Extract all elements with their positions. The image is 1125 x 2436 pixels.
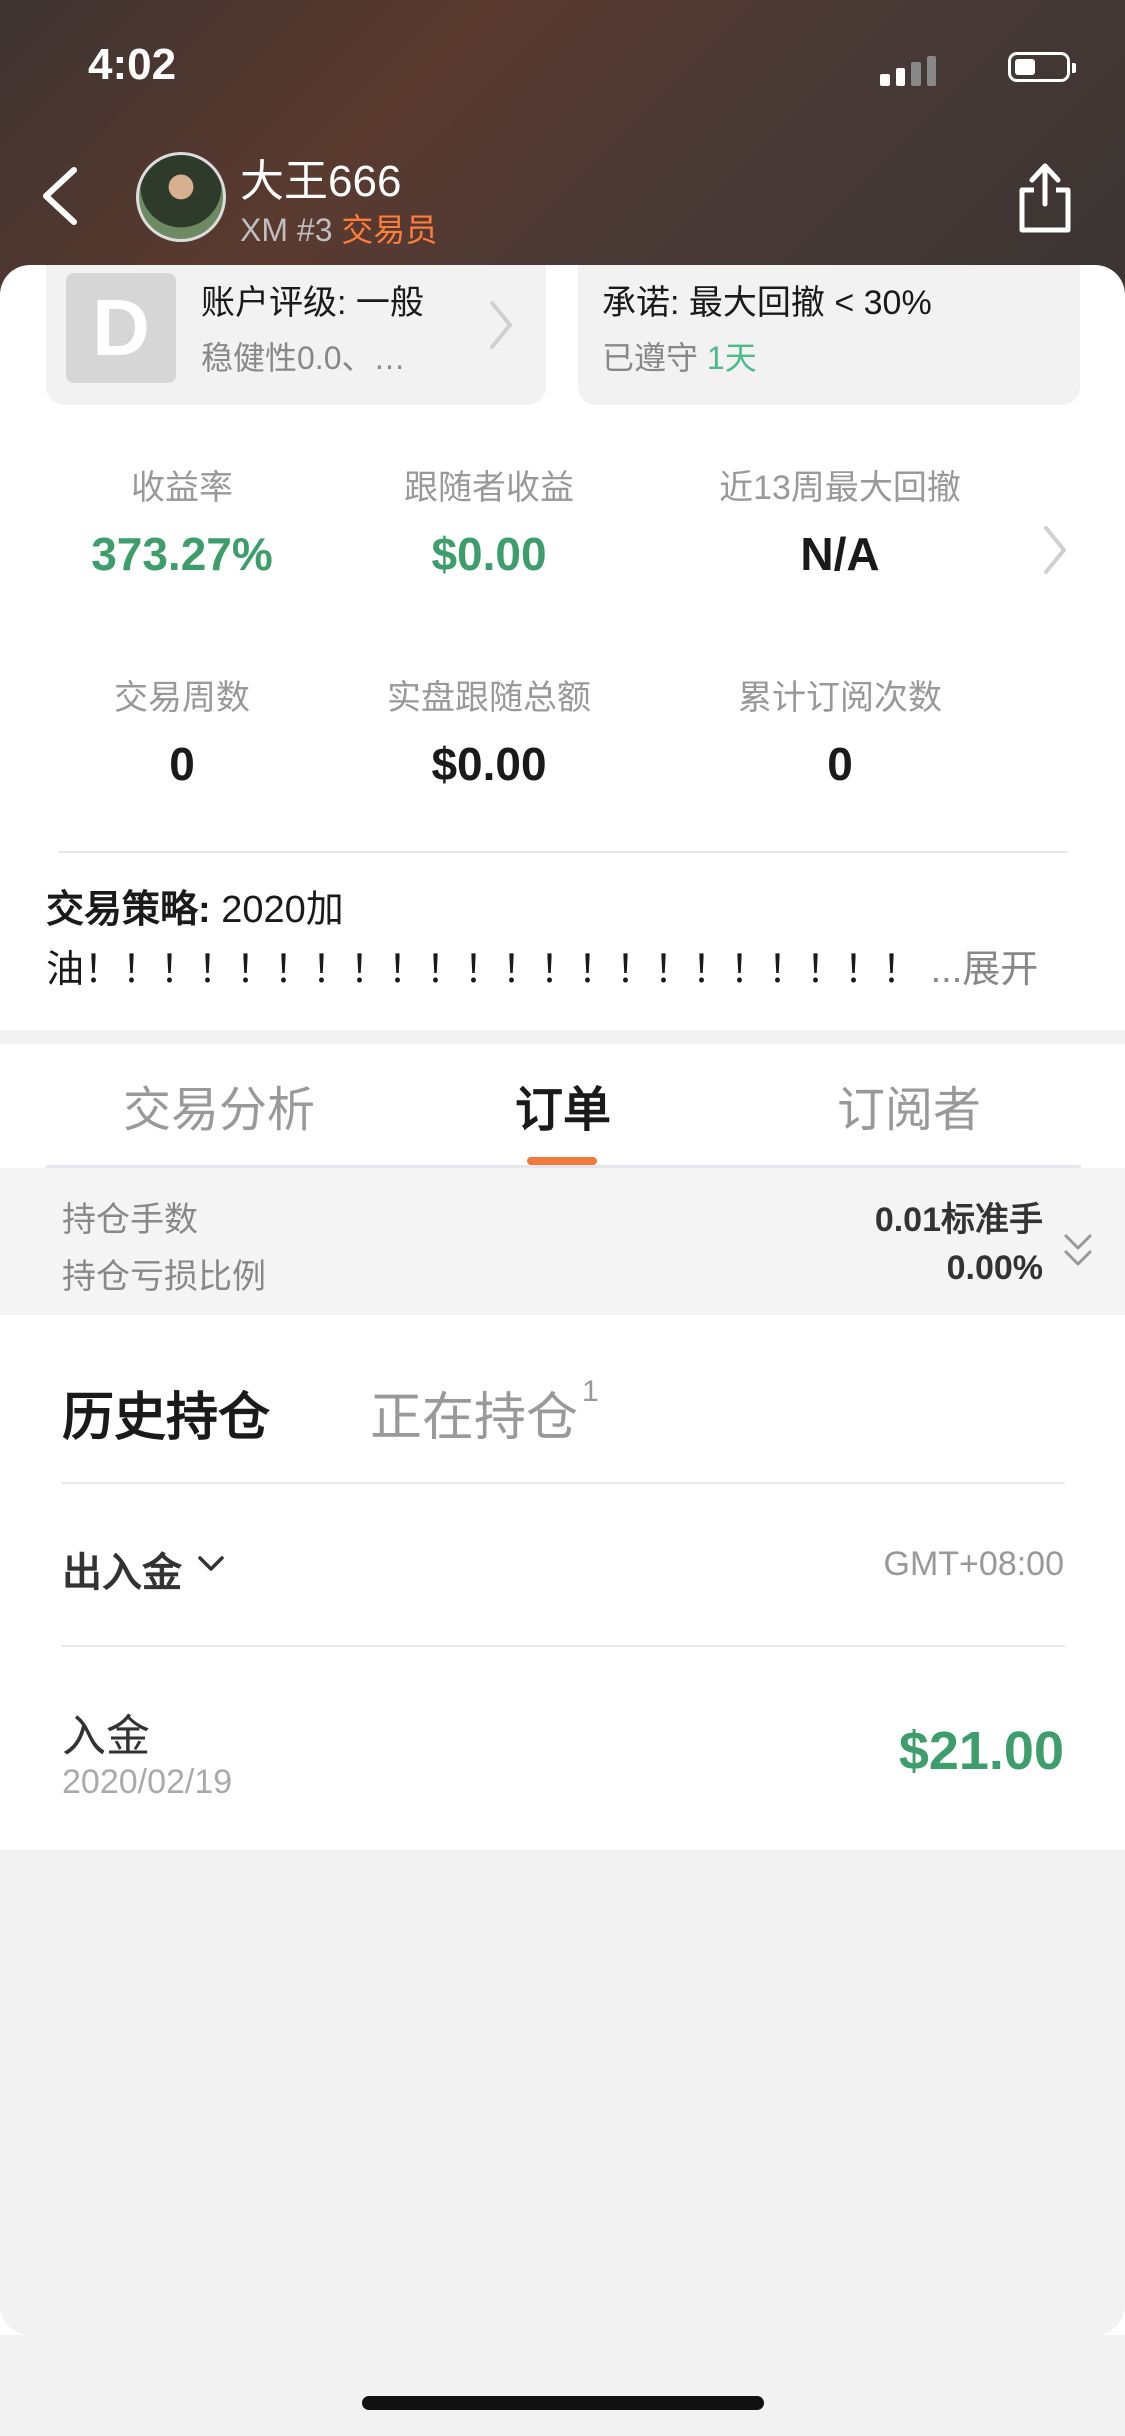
lots-value: 0.01标准手 — [874, 1201, 1043, 1239]
tab-trade-analysis[interactable]: 交易分析 — [69, 1070, 369, 1140]
home-indicator[interactable] — [362, 2396, 764, 2410]
tab-history-positions[interactable]: 历史持仓 — [62, 1375, 270, 1450]
divider — [62, 1645, 1065, 1647]
section-gap — [0, 1030, 1125, 1044]
active-tab-indicator — [527, 1157, 597, 1165]
stat-label: 累计订阅次数 — [738, 679, 942, 717]
stat-value: 0 — [827, 738, 853, 790]
empty-area — [0, 1850, 1125, 2335]
strategy-text-line1: 2020加 — [221, 889, 344, 931]
battery-icon — [1008, 52, 1076, 82]
stat-live-follow-total: 实盘跟随总额 $0.00 — [339, 670, 639, 791]
divider — [58, 851, 1068, 853]
chevron-right-icon — [490, 301, 512, 349]
stat-return-rate[interactable]: 收益率 373.27% — [32, 460, 332, 581]
divider — [62, 1482, 1065, 1484]
trading-strategy: 交易策略: 2020加 油！！！！！！！！！！！！！！！！！！！！！！ ...展… — [46, 880, 1086, 1000]
drawdown-promise-card[interactable]: 承诺: 最大回撤 < 30% 已遵守 1天 — [578, 265, 1080, 405]
open-positions-label: 正在持仓 — [370, 1389, 579, 1447]
share-icon[interactable] — [1010, 156, 1080, 236]
strategy-label: 交易策略: — [46, 889, 211, 931]
signal-icon — [880, 52, 936, 86]
lots-label: 持仓手数 — [62, 1201, 198, 1239]
promise-complied-label: 已遵守 — [602, 340, 699, 376]
rating-title: 账户评级: 一般 — [201, 284, 424, 322]
strategy-text-line2: 油！！！！！！！！！！！！！！！！！！！！！！ — [46, 949, 921, 991]
stat-label: 跟随者收益 — [404, 469, 574, 507]
stat-trading-weeks: 交易周数 0 — [32, 670, 332, 791]
stat-max-drawdown[interactable]: 近13周最大回撤 N/A — [690, 460, 990, 581]
broker-rank: XM #3 — [240, 212, 333, 248]
promise-title: 承诺: 最大回撤 < 30% — [602, 284, 932, 322]
rating-grade-badge: D — [66, 273, 176, 383]
transaction-type: 入金 — [62, 1712, 150, 1761]
filter-dropdown[interactable]: 出入金 — [62, 1540, 182, 1598]
stat-subscription-count: 累计订阅次数 0 — [690, 670, 990, 791]
trader-name: 大王666 — [240, 157, 402, 206]
tab-subscribers[interactable]: 订阅者 — [759, 1070, 1059, 1140]
timezone-label: GMT+08:00 — [883, 1545, 1064, 1583]
profile-header: 4:02 大王666 XM #3 交易员 — [0, 0, 1125, 300]
promise-status: 已遵守 1天 — [602, 333, 757, 379]
rating-subtitle: 稳健性0.0、… — [201, 340, 406, 376]
stat-label: 近13周最大回撤 — [719, 469, 961, 507]
promise-complied-days: 1天 — [706, 340, 757, 376]
stat-value: 0 — [169, 738, 195, 790]
transaction-date: 2020/02/19 — [62, 1763, 233, 1801]
back-arrow-icon[interactable] — [34, 160, 94, 232]
stat-label: 实盘跟随总额 — [387, 679, 591, 717]
expand-link[interactable]: ...展开 — [931, 949, 1039, 991]
stat-follower-profit[interactable]: 跟随者收益 $0.00 — [339, 460, 639, 581]
transaction-amount: $21.00 — [898, 1721, 1064, 1781]
pl-ratio-value: 0.00% — [946, 1249, 1043, 1287]
stat-value: $0.00 — [431, 528, 547, 580]
stat-label: 交易周数 — [114, 679, 250, 717]
stat-value: 373.27% — [91, 528, 273, 580]
tab-open-positions[interactable]: 正在持仓 1 — [370, 1375, 599, 1450]
tab-orders[interactable]: 订单 — [413, 1070, 713, 1140]
pl-ratio-label: 持仓亏损比例 — [62, 1258, 266, 1296]
stat-value: $0.00 — [431, 738, 547, 790]
chevron-right-icon[interactable] — [1040, 520, 1070, 580]
open-positions-count: 1 — [582, 1375, 599, 1408]
chevron-down-icon[interactable] — [196, 1552, 226, 1576]
stat-value: N/A — [800, 528, 880, 580]
stat-label: 收益率 — [131, 469, 233, 507]
account-rating-card[interactable]: D 账户评级: 一般 稳健性0.0、… — [46, 265, 546, 405]
trader-role: 交易员 — [341, 212, 438, 248]
status-time: 4:02 — [88, 40, 177, 89]
avatar[interactable] — [136, 152, 226, 242]
trader-subtitle: XM #3 交易员 — [240, 205, 437, 251]
double-chevron-down-icon[interactable] — [1060, 1230, 1096, 1274]
